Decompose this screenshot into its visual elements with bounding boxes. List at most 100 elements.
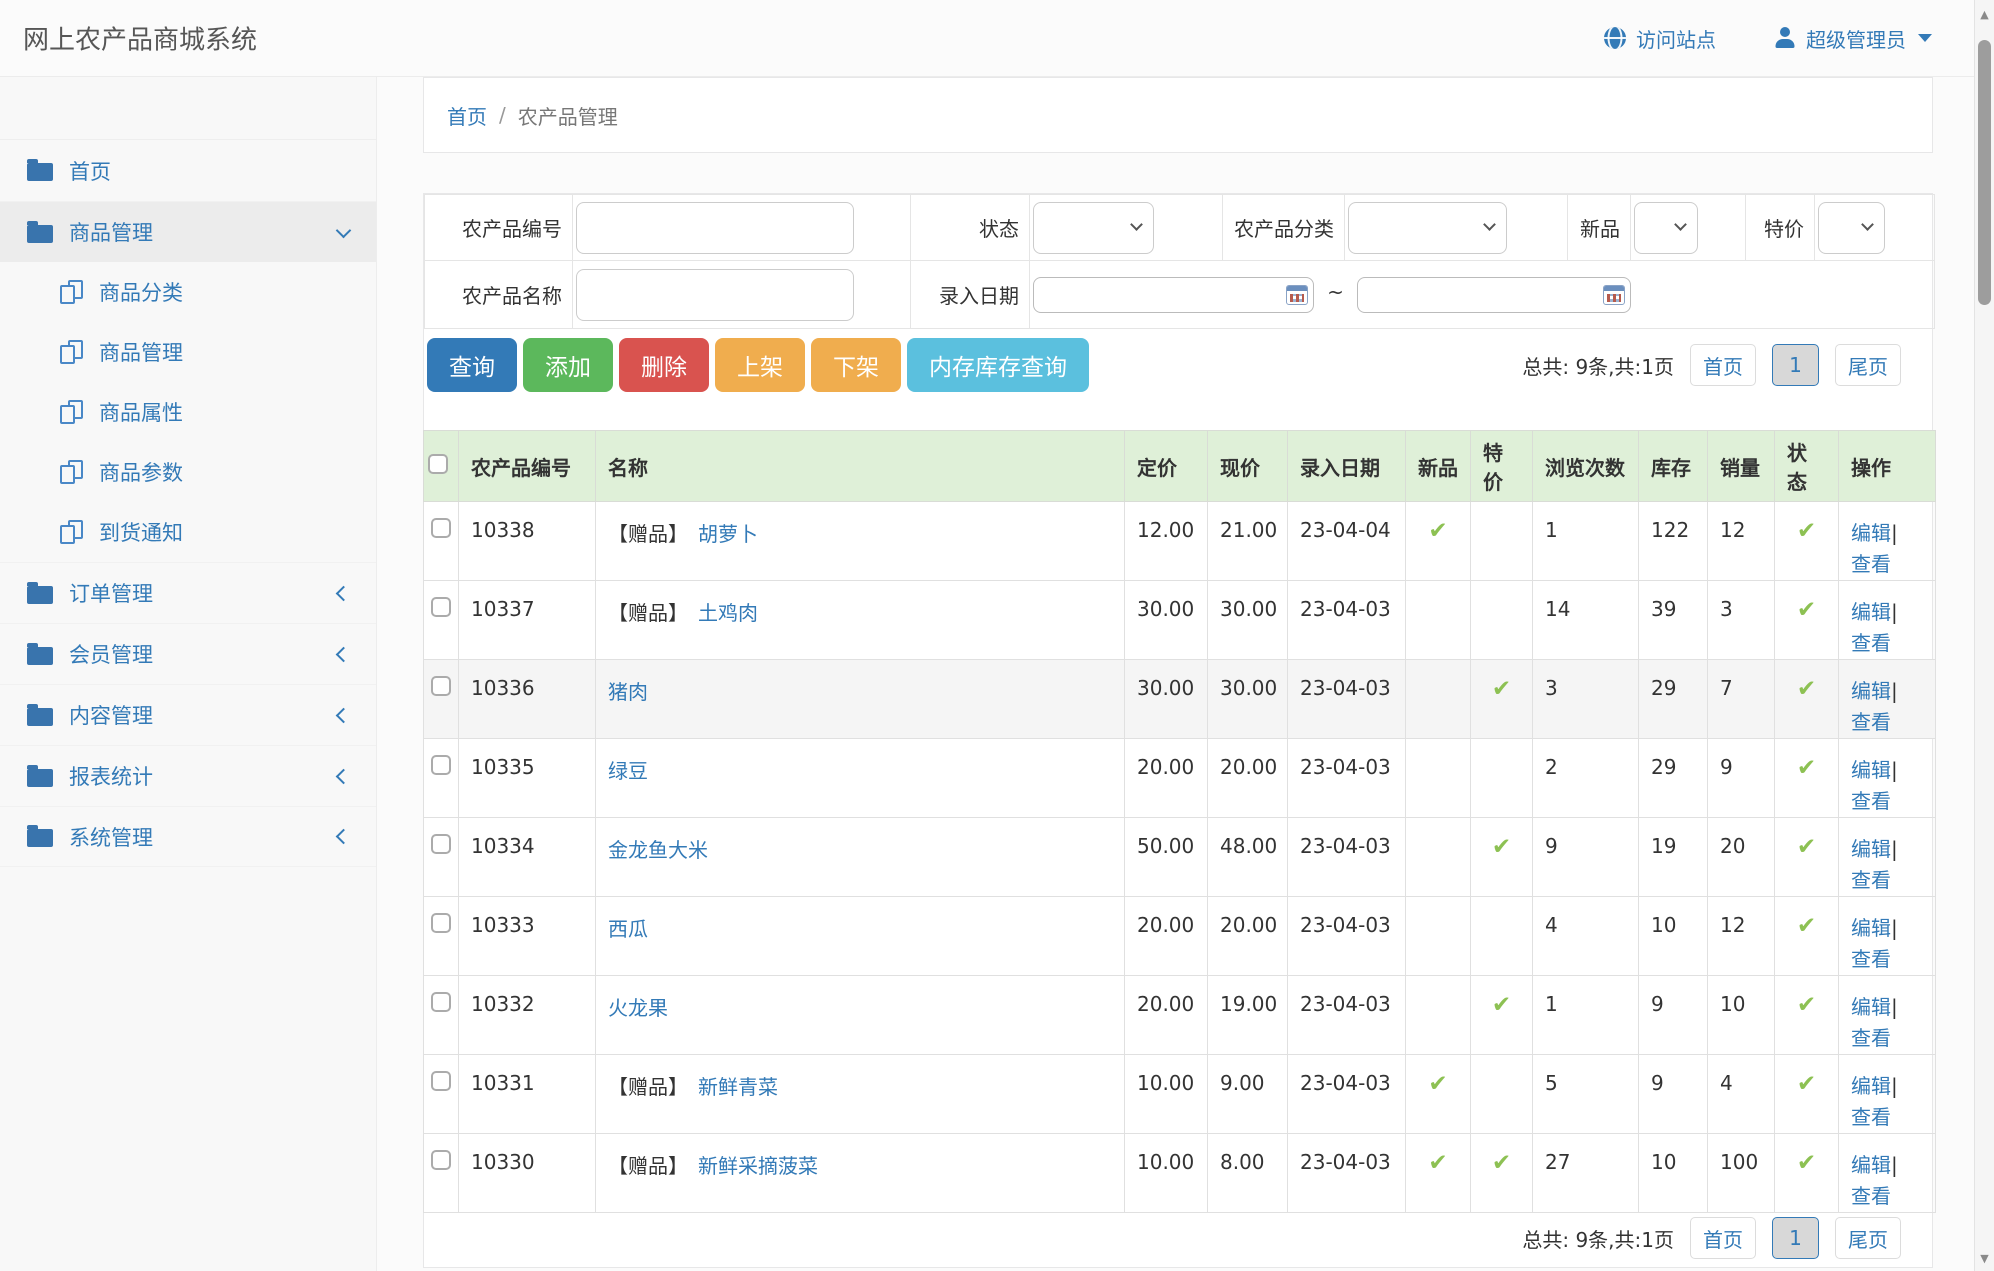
row-checkbox[interactable] — [431, 913, 451, 933]
product-name-link[interactable]: 火龙果 — [608, 996, 668, 1020]
view-link[interactable]: 查看 — [1851, 1026, 1891, 1050]
row-checkbox[interactable] — [431, 597, 451, 617]
row-checkbox[interactable] — [431, 755, 451, 775]
view-link[interactable]: 查看 — [1851, 631, 1891, 655]
price-cell: 20.00 — [1125, 976, 1208, 1055]
sidebar-subitem-商品属性[interactable]: 商品属性 — [0, 382, 376, 442]
edit-link[interactable]: 编辑 — [1851, 916, 1891, 940]
visit-site-link[interactable]: 访问站点 — [1604, 24, 1716, 53]
stock-cell: 122 — [1639, 502, 1708, 581]
entry-date-end-input[interactable] — [1357, 277, 1631, 313]
sidebar-item-会员管理[interactable]: 会员管理 — [0, 623, 376, 684]
checkbox-cell — [424, 1055, 459, 1134]
scrollbar-up-icon[interactable]: ▲ — [1975, 8, 1994, 21]
sidebar-subitem-商品管理[interactable]: 商品管理 — [0, 322, 376, 382]
product-name-link[interactable]: 绿豆 — [608, 759, 648, 783]
edit-link[interactable]: 编辑 — [1851, 837, 1891, 861]
product-name-link[interactable]: 西瓜 — [608, 917, 648, 941]
header-right: 访问站点 超级管理员 — [1604, 0, 1932, 76]
entry-date-cell: 23-04-04 — [1288, 502, 1406, 581]
calendar-icon[interactable] — [1286, 285, 1308, 305]
check-icon: ✔ — [1797, 834, 1816, 860]
edit-link[interactable]: 编辑 — [1851, 521, 1891, 545]
sidebar-item-订单管理[interactable]: 订单管理 — [0, 562, 376, 623]
special-flag-cell — [1471, 502, 1533, 581]
product-name-input[interactable] — [576, 269, 854, 321]
sidebar-item-label: 商品分类 — [99, 277, 349, 307]
product-id-input[interactable] — [576, 202, 854, 254]
pages-icon — [60, 400, 83, 424]
edit-link[interactable]: 编辑 — [1851, 1074, 1891, 1098]
edit-link[interactable]: 编辑 — [1851, 995, 1891, 1019]
edit-link[interactable]: 编辑 — [1851, 1153, 1891, 1177]
row-checkbox[interactable] — [431, 518, 451, 538]
edit-link[interactable]: 编辑 — [1851, 758, 1891, 782]
toolbar: 查询添加删除上架下架内存库存查询 总共: 9条,共:1页 首页 1 尾页 — [424, 329, 1932, 392]
entry-date-start-input[interactable] — [1033, 277, 1314, 313]
sidebar-item-label: 订单管理 — [69, 578, 338, 608]
edit-link[interactable]: 编辑 — [1851, 679, 1891, 703]
sidebar-item-首页[interactable]: 首页 — [0, 140, 376, 201]
toolbar-button-下架[interactable]: 下架 — [811, 338, 901, 392]
sidebar-item-报表统计[interactable]: 报表统计 — [0, 745, 376, 806]
check-icon: ✔ — [1797, 1150, 1816, 1176]
view-link[interactable]: 查看 — [1851, 1105, 1891, 1129]
product-name-link[interactable]: 新鲜青菜 — [698, 1075, 778, 1099]
toolbar-button-添加[interactable]: 添加 — [523, 338, 613, 392]
toolbar-button-查询[interactable]: 查询 — [427, 338, 517, 392]
product-name-link[interactable]: 新鲜采摘菠菜 — [698, 1154, 818, 1178]
scrollbar-down-icon[interactable]: ▼ — [1975, 1252, 1994, 1265]
vertical-scrollbar[interactable]: ▲ ▼ — [1974, 0, 1994, 1271]
toolbar-button-删除[interactable]: 删除 — [619, 338, 709, 392]
row-checkbox[interactable] — [431, 834, 451, 854]
row-checkbox[interactable] — [431, 1071, 451, 1091]
view-link[interactable]: 查看 — [1851, 868, 1891, 892]
column-header-库存: 库存 — [1639, 431, 1708, 502]
user-menu[interactable]: 超级管理员 — [1774, 24, 1932, 53]
sidebar-item-内容管理[interactable]: 内容管理 — [0, 684, 376, 745]
toolbar-button-上架[interactable]: 上架 — [715, 338, 805, 392]
actions-cell: 编辑|查看 — [1839, 581, 1936, 660]
row-checkbox[interactable] — [431, 676, 451, 696]
checkbox-cell — [424, 976, 459, 1055]
sales-cell: 7 — [1708, 660, 1775, 739]
sidebar-subitem-到货通知[interactable]: 到货通知 — [0, 502, 376, 562]
sidebar-subitem-商品参数[interactable]: 商品参数 — [0, 442, 376, 502]
new-select[interactable] — [1634, 202, 1698, 254]
sidebar-item-商品管理[interactable]: 商品管理 — [0, 201, 376, 262]
pagination-page-button[interactable]: 1 — [1772, 1217, 1819, 1259]
product-name-link[interactable]: 土鸡肉 — [698, 601, 758, 625]
view-link[interactable]: 查看 — [1851, 947, 1891, 971]
select-all-checkbox[interactable] — [428, 454, 448, 474]
actions-cell: 编辑|查看 — [1839, 976, 1936, 1055]
row-checkbox[interactable] — [431, 992, 451, 1012]
sidebar-item-label: 商品属性 — [99, 397, 349, 427]
product-name-link[interactable]: 金龙鱼大米 — [608, 838, 708, 862]
product-name-link[interactable]: 胡萝卜 — [698, 522, 758, 546]
status-select[interactable] — [1033, 202, 1154, 254]
view-link[interactable]: 查看 — [1851, 710, 1891, 734]
view-link[interactable]: 查看 — [1851, 789, 1891, 813]
sidebar-item-系统管理[interactable]: 系统管理 — [0, 806, 376, 867]
edit-link[interactable]: 编辑 — [1851, 600, 1891, 624]
current-price-cell: 8.00 — [1208, 1134, 1288, 1213]
actions-cell: 编辑|查看 — [1839, 1055, 1936, 1134]
category-select[interactable] — [1348, 202, 1507, 254]
product-name-link[interactable]: 猪肉 — [608, 680, 648, 704]
pagination-last-button[interactable]: 尾页 — [1835, 1217, 1901, 1259]
calendar-icon[interactable] — [1603, 285, 1625, 305]
pagination-last-button[interactable]: 尾页 — [1835, 344, 1901, 386]
row-checkbox[interactable] — [431, 1150, 451, 1170]
scrollbar-thumb[interactable] — [1978, 40, 1991, 305]
pagination-first-button[interactable]: 首页 — [1690, 1217, 1756, 1259]
view-link[interactable]: 查看 — [1851, 552, 1891, 576]
special-label: 特价 — [1746, 195, 1815, 261]
toolbar-button-内存库存查询[interactable]: 内存库存查询 — [907, 338, 1089, 392]
special-select[interactable] — [1818, 202, 1885, 254]
product-name-cell: 火龙果 — [596, 976, 1125, 1055]
pagination-first-button[interactable]: 首页 — [1690, 344, 1756, 386]
breadcrumb-home-link[interactable]: 首页 — [447, 101, 487, 130]
sidebar-subitem-商品分类[interactable]: 商品分类 — [0, 262, 376, 322]
view-link[interactable]: 查看 — [1851, 1184, 1891, 1208]
pagination-page-button[interactable]: 1 — [1772, 344, 1819, 386]
